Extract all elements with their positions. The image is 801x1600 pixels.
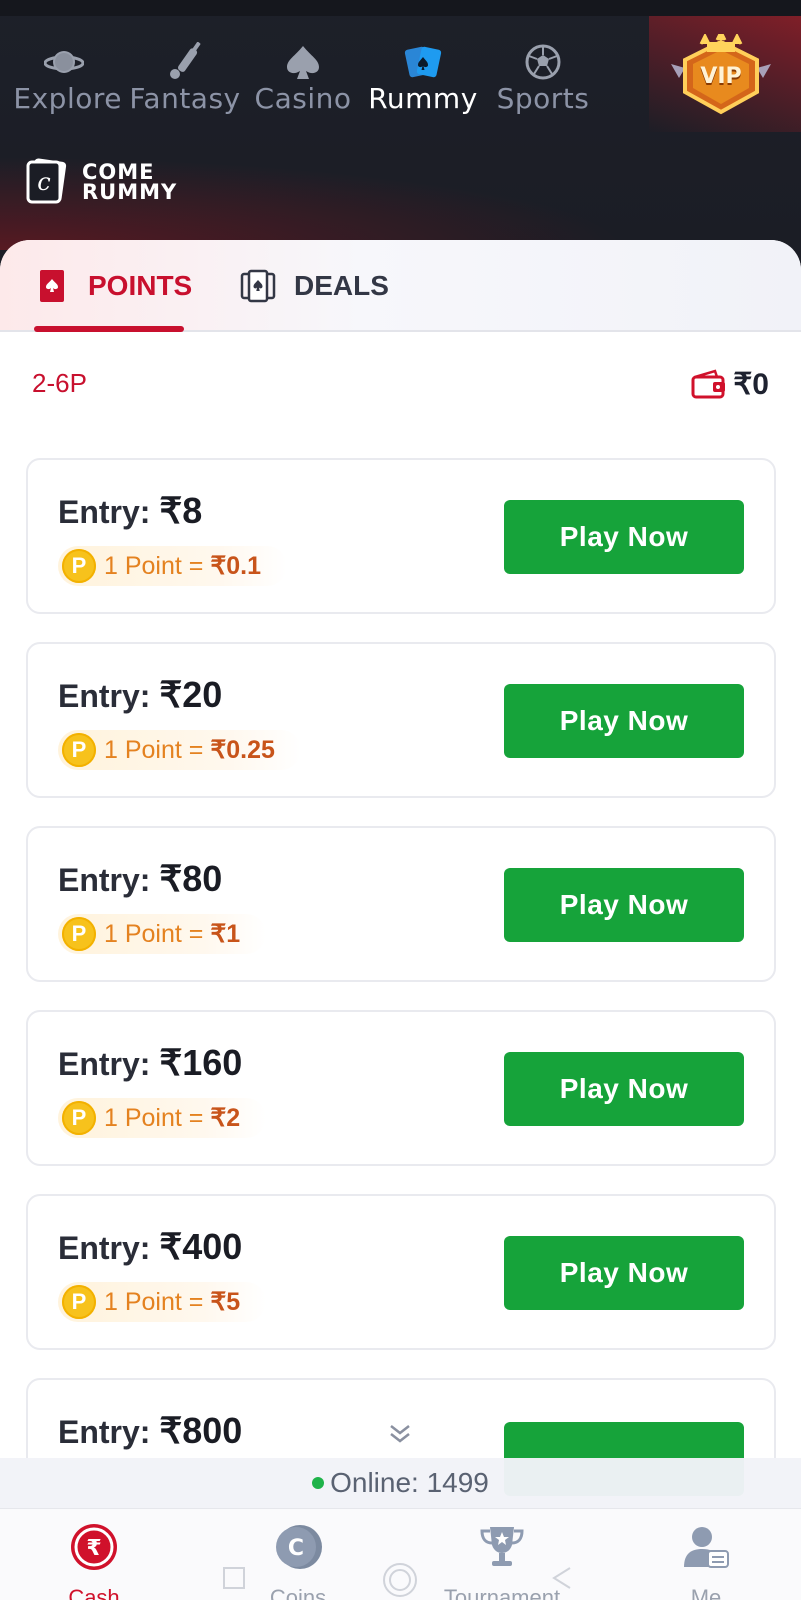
nav-item-explore[interactable]: Explore	[0, 36, 128, 116]
tab-label: DEALS	[294, 270, 389, 301]
bottom-nav-me[interactable]: Me	[626, 1509, 786, 1600]
point-rate: P 1 Point = ₹0.1	[58, 546, 288, 586]
top-header: Explore Fantasy Casino Rummy Sports VIP …	[0, 0, 801, 250]
point-coin-icon: P	[62, 733, 96, 767]
planet-icon	[44, 51, 84, 73]
entry-fee: Entry: ₹80	[58, 858, 223, 899]
table-card: Entry: ₹20 P 1 Point = ₹0.25 Play Now	[26, 642, 776, 798]
entry-fee: Entry: ₹20	[58, 674, 223, 715]
bottom-nav-cash[interactable]: ₹ Cash	[14, 1509, 174, 1600]
system-home-icon[interactable]	[382, 1562, 418, 1598]
play-now-button[interactable]: Play Now	[504, 500, 744, 574]
wallet-amount: ₹0	[733, 367, 769, 401]
vip-button[interactable]: VIP	[649, 16, 801, 132]
svg-text:C: C	[288, 1536, 304, 1561]
point-coin-icon: P	[62, 549, 96, 583]
nav-label: Explore	[13, 82, 122, 115]
play-now-button[interactable]: Play Now	[504, 1052, 744, 1126]
system-back-icon[interactable]	[550, 1566, 574, 1590]
bottom-nav-label: Cash	[68, 1585, 120, 1600]
cards-icon	[404, 46, 442, 78]
play-now-button[interactable]: Play Now	[504, 1236, 744, 1310]
deals-cards-icon	[240, 269, 276, 303]
tab-deals[interactable]: DEALS	[240, 240, 389, 332]
scroll-down-icon[interactable]	[386, 1420, 414, 1448]
table-card: Entry: ₹8 P 1 Point = ₹0.1 Play Now	[26, 458, 776, 614]
rupee-icon: ₹	[71, 1524, 117, 1570]
active-tab-indicator	[34, 326, 184, 332]
point-coin-icon: P	[62, 1101, 96, 1135]
profile-icon	[684, 1527, 729, 1568]
logo-line1: COME	[82, 160, 155, 184]
entry-fee: Entry: ₹160	[58, 1042, 243, 1083]
wallet-icon	[691, 369, 726, 399]
table-card: Entry: ₹400 P 1 Point = ₹5 Play Now	[26, 1194, 776, 1350]
system-recents-icon[interactable]	[222, 1566, 246, 1590]
nav-label: Rummy	[368, 82, 478, 115]
play-now-button[interactable]: Play Now	[504, 684, 744, 758]
entry-fee: Entry: ₹800	[58, 1410, 243, 1451]
nav-item-fantasy[interactable]: Fantasy	[128, 36, 242, 116]
point-coin-icon: P	[62, 917, 96, 951]
nav-item-sports[interactable]: Sports	[490, 36, 596, 116]
coin-icon: C	[276, 1525, 322, 1569]
football-icon	[525, 44, 561, 80]
online-status-bar: Online: 1499	[0, 1458, 801, 1508]
spade-icon	[287, 46, 319, 79]
game-sheet: POINTS DEALS 2-6P ₹0 Entry: ₹8 P 1 Point…	[0, 240, 801, 1600]
svg-text:c: c	[37, 168, 50, 196]
nav-item-rummy[interactable]: Rummy	[362, 36, 484, 116]
point-coin-icon: P	[62, 1285, 96, 1319]
nav-label: Casino	[254, 82, 352, 115]
bottom-nav-label: Me	[690, 1585, 722, 1600]
point-rate: P 1 Point = ₹5	[58, 1282, 267, 1322]
point-rate: P 1 Point = ₹0.25	[58, 730, 301, 770]
wallet-balance[interactable]: ₹0	[691, 364, 769, 404]
online-count: Online: 1499	[330, 1467, 489, 1498]
online-dot-icon	[312, 1477, 325, 1489]
category-nav: Explore Fantasy Casino Rummy Sports	[0, 36, 650, 116]
status-bar	[0, 0, 801, 16]
vip-label: VIP	[700, 64, 742, 89]
point-rate: P 1 Point = ₹2	[58, 1098, 267, 1138]
svg-text:₹: ₹	[86, 1536, 101, 1561]
player-range: 2-6P	[32, 368, 87, 398]
bat-icon	[170, 42, 201, 79]
points-card-icon	[40, 270, 64, 302]
nav-label: Fantasy	[129, 82, 241, 115]
brand-logo: c COME RUMMY	[26, 158, 226, 208]
logo-mark-icon: c	[26, 158, 67, 204]
trophy-icon	[480, 1527, 524, 1566]
logo-line2: RUMMY	[82, 180, 178, 204]
game-mode-tabs: POINTS DEALS	[0, 240, 801, 332]
nav-item-casino[interactable]: Casino	[250, 36, 356, 116]
point-rate: P 1 Point = ₹1	[58, 914, 267, 954]
tab-points[interactable]: POINTS	[34, 240, 192, 332]
nav-label: Sports	[496, 82, 590, 115]
play-now-button[interactable]: Play Now	[504, 868, 744, 942]
table-card: Entry: ₹160 P 1 Point = ₹2 Play Now	[26, 1010, 776, 1166]
entry-fee: Entry: ₹400	[58, 1226, 243, 1267]
entry-fee: Entry: ₹8	[58, 490, 203, 531]
table-card: Entry: ₹80 P 1 Point = ₹1 Play Now	[26, 826, 776, 982]
tab-label: POINTS	[88, 270, 193, 301]
